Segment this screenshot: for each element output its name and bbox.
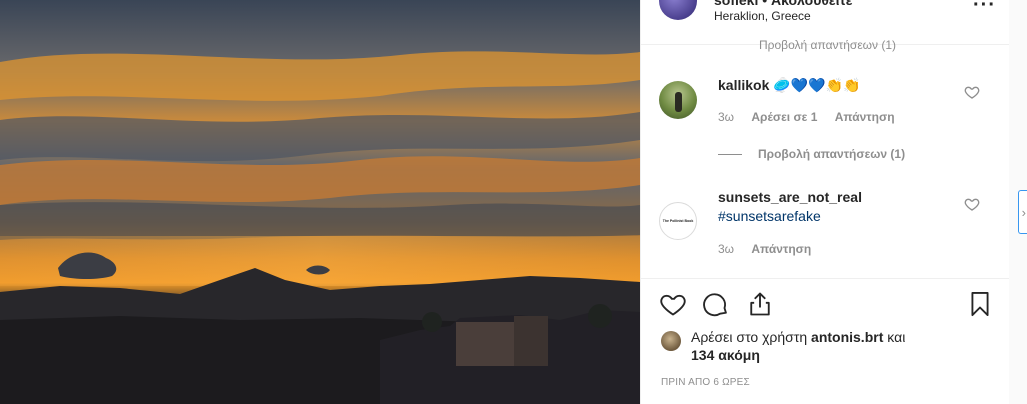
view-replies-button[interactable]: Προβολή απαντήσεων (1) [718,147,905,161]
post-photo[interactable] [0,0,640,404]
liker-username[interactable]: antonis.brt [811,329,883,345]
comment-body: sunsets_are_not_real [718,189,862,205]
more-options-icon[interactable]: ··· [973,0,996,17]
sunset-image [0,0,640,404]
comment-meta: 3ω Αρέσει σε 1 Απάντηση [718,110,909,124]
likes-and: και [887,329,906,345]
commenter-avatar[interactable] [659,81,697,119]
post-side-panel: sofieki • Ακολουθείτε Heraklion, Greece … [640,0,1010,404]
avatar-label: The Pollinist Book [662,219,694,223]
comment-hashtag[interactable]: #sunsetsarefake [718,208,821,224]
comment-icon[interactable] [702,290,730,318]
share-icon[interactable] [746,290,774,318]
author-avatar[interactable] [659,0,697,20]
liker-avatar[interactable] [661,331,681,351]
comment-body: kallikok 🥏💙💙👏👏 [718,77,860,94]
likes-count-button[interactable]: 134 ακόμη [691,347,760,363]
comment-age[interactable]: 3ω [718,110,734,124]
reply-button[interactable]: Απάντηση [835,110,895,124]
comment-likes[interactable]: Αρέσει σε 1 [751,110,817,124]
comment-heart-icon[interactable] [964,84,980,100]
post-location[interactable]: Heraklion, Greece [714,9,811,23]
likes-prefix: Αρέσει στο χρήστη [691,329,808,345]
post-timestamp[interactable]: ΠΡΙΝ ΑΠΟ 6 ΩΡΕΣ [661,377,750,388]
section-divider [641,278,1010,279]
comment-meta: 3ω Απάντηση [718,242,825,256]
commenter-username[interactable]: sunsets_are_not_real [718,189,862,205]
comment-heart-icon[interactable] [964,196,980,212]
commenter-username[interactable]: kallikok [718,77,769,93]
comment-age[interactable]: 3ω [718,242,734,256]
comment-text: 🥏💙💙👏👏 [773,77,861,93]
author-name[interactable]: sofieki [714,0,758,8]
heart-icon[interactable] [659,290,687,318]
author-username[interactable]: sofieki • Ακολουθείτε [714,0,852,8]
reply-button[interactable]: Απάντηση [751,242,811,256]
follow-status: • Ακολουθείτε [762,0,853,8]
bookmark-icon[interactable] [966,290,994,318]
likes-text: Αρέσει στο χρήστη antonis.brt και 134 ακ… [691,328,991,364]
view-replies-button[interactable]: Προβολή απαντήσεων (1) [759,38,896,52]
commenter-avatar[interactable]: The Pollinist Book [659,202,697,240]
chevron-right-icon[interactable]: › [1018,190,1027,234]
view-replies-label[interactable]: Προβολή απαντήσεων (1) [758,147,905,161]
